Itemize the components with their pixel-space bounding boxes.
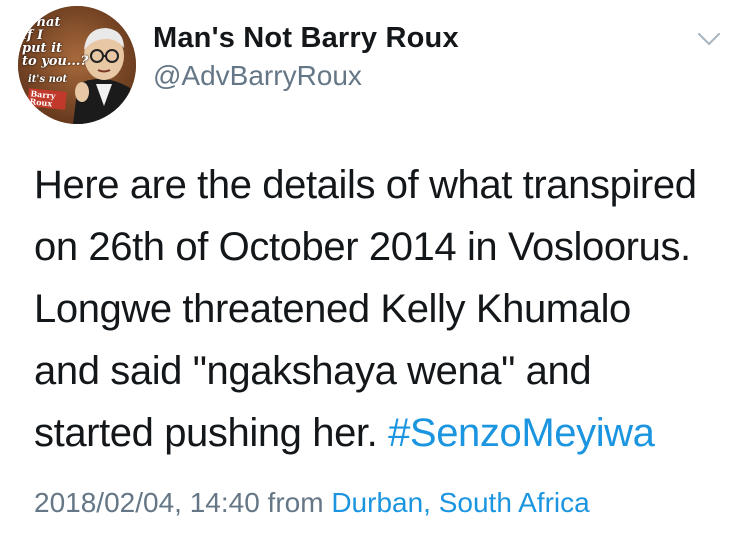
from-label: from: [267, 487, 324, 518]
tweet-text-segment: started pushing her.: [34, 411, 389, 455]
avatar-name-sign: Barry Roux: [27, 88, 67, 110]
tweet-card: What if I put it to you...? it's not Bar…: [0, 0, 750, 542]
tweet-text: Here are the details of what transpired …: [34, 154, 734, 464]
hashtag-link[interactable]: #SenzoMeyiwa: [388, 411, 655, 455]
display-name[interactable]: Man's Not Barry Roux: [153, 22, 459, 55]
tweet-metadata: 2018/02/04, 14:40 from Durban, South Afr…: [34, 487, 590, 519]
avatar-caption-secondary: it's not: [28, 74, 68, 85]
tweet-text-line: and said "ngakshaya wena" and: [34, 349, 592, 393]
avatar[interactable]: What if I put it to you...? it's not Bar…: [18, 6, 136, 124]
user-handle[interactable]: @AdvBarryRoux: [153, 60, 362, 92]
tweet-menu-button[interactable]: [694, 24, 724, 54]
tweet-text-line-last: started pushing her. #SenzoMeyiwa: [34, 402, 734, 464]
tweet-text-line: Longwe threatened Kelly Khumalo: [34, 287, 631, 331]
avatar-caption: What if I put it to you...?: [22, 15, 89, 69]
chevron-down-icon: [697, 32, 721, 46]
tweet-text-line: Here are the details of what transpired: [34, 163, 697, 207]
tweet-timestamp[interactable]: 2018/02/04, 14:40: [34, 487, 260, 518]
location-link[interactable]: Durban, South Africa: [331, 487, 589, 518]
tweet-text-line: on 26th of October 2014 in Vosloorus.: [34, 225, 691, 269]
